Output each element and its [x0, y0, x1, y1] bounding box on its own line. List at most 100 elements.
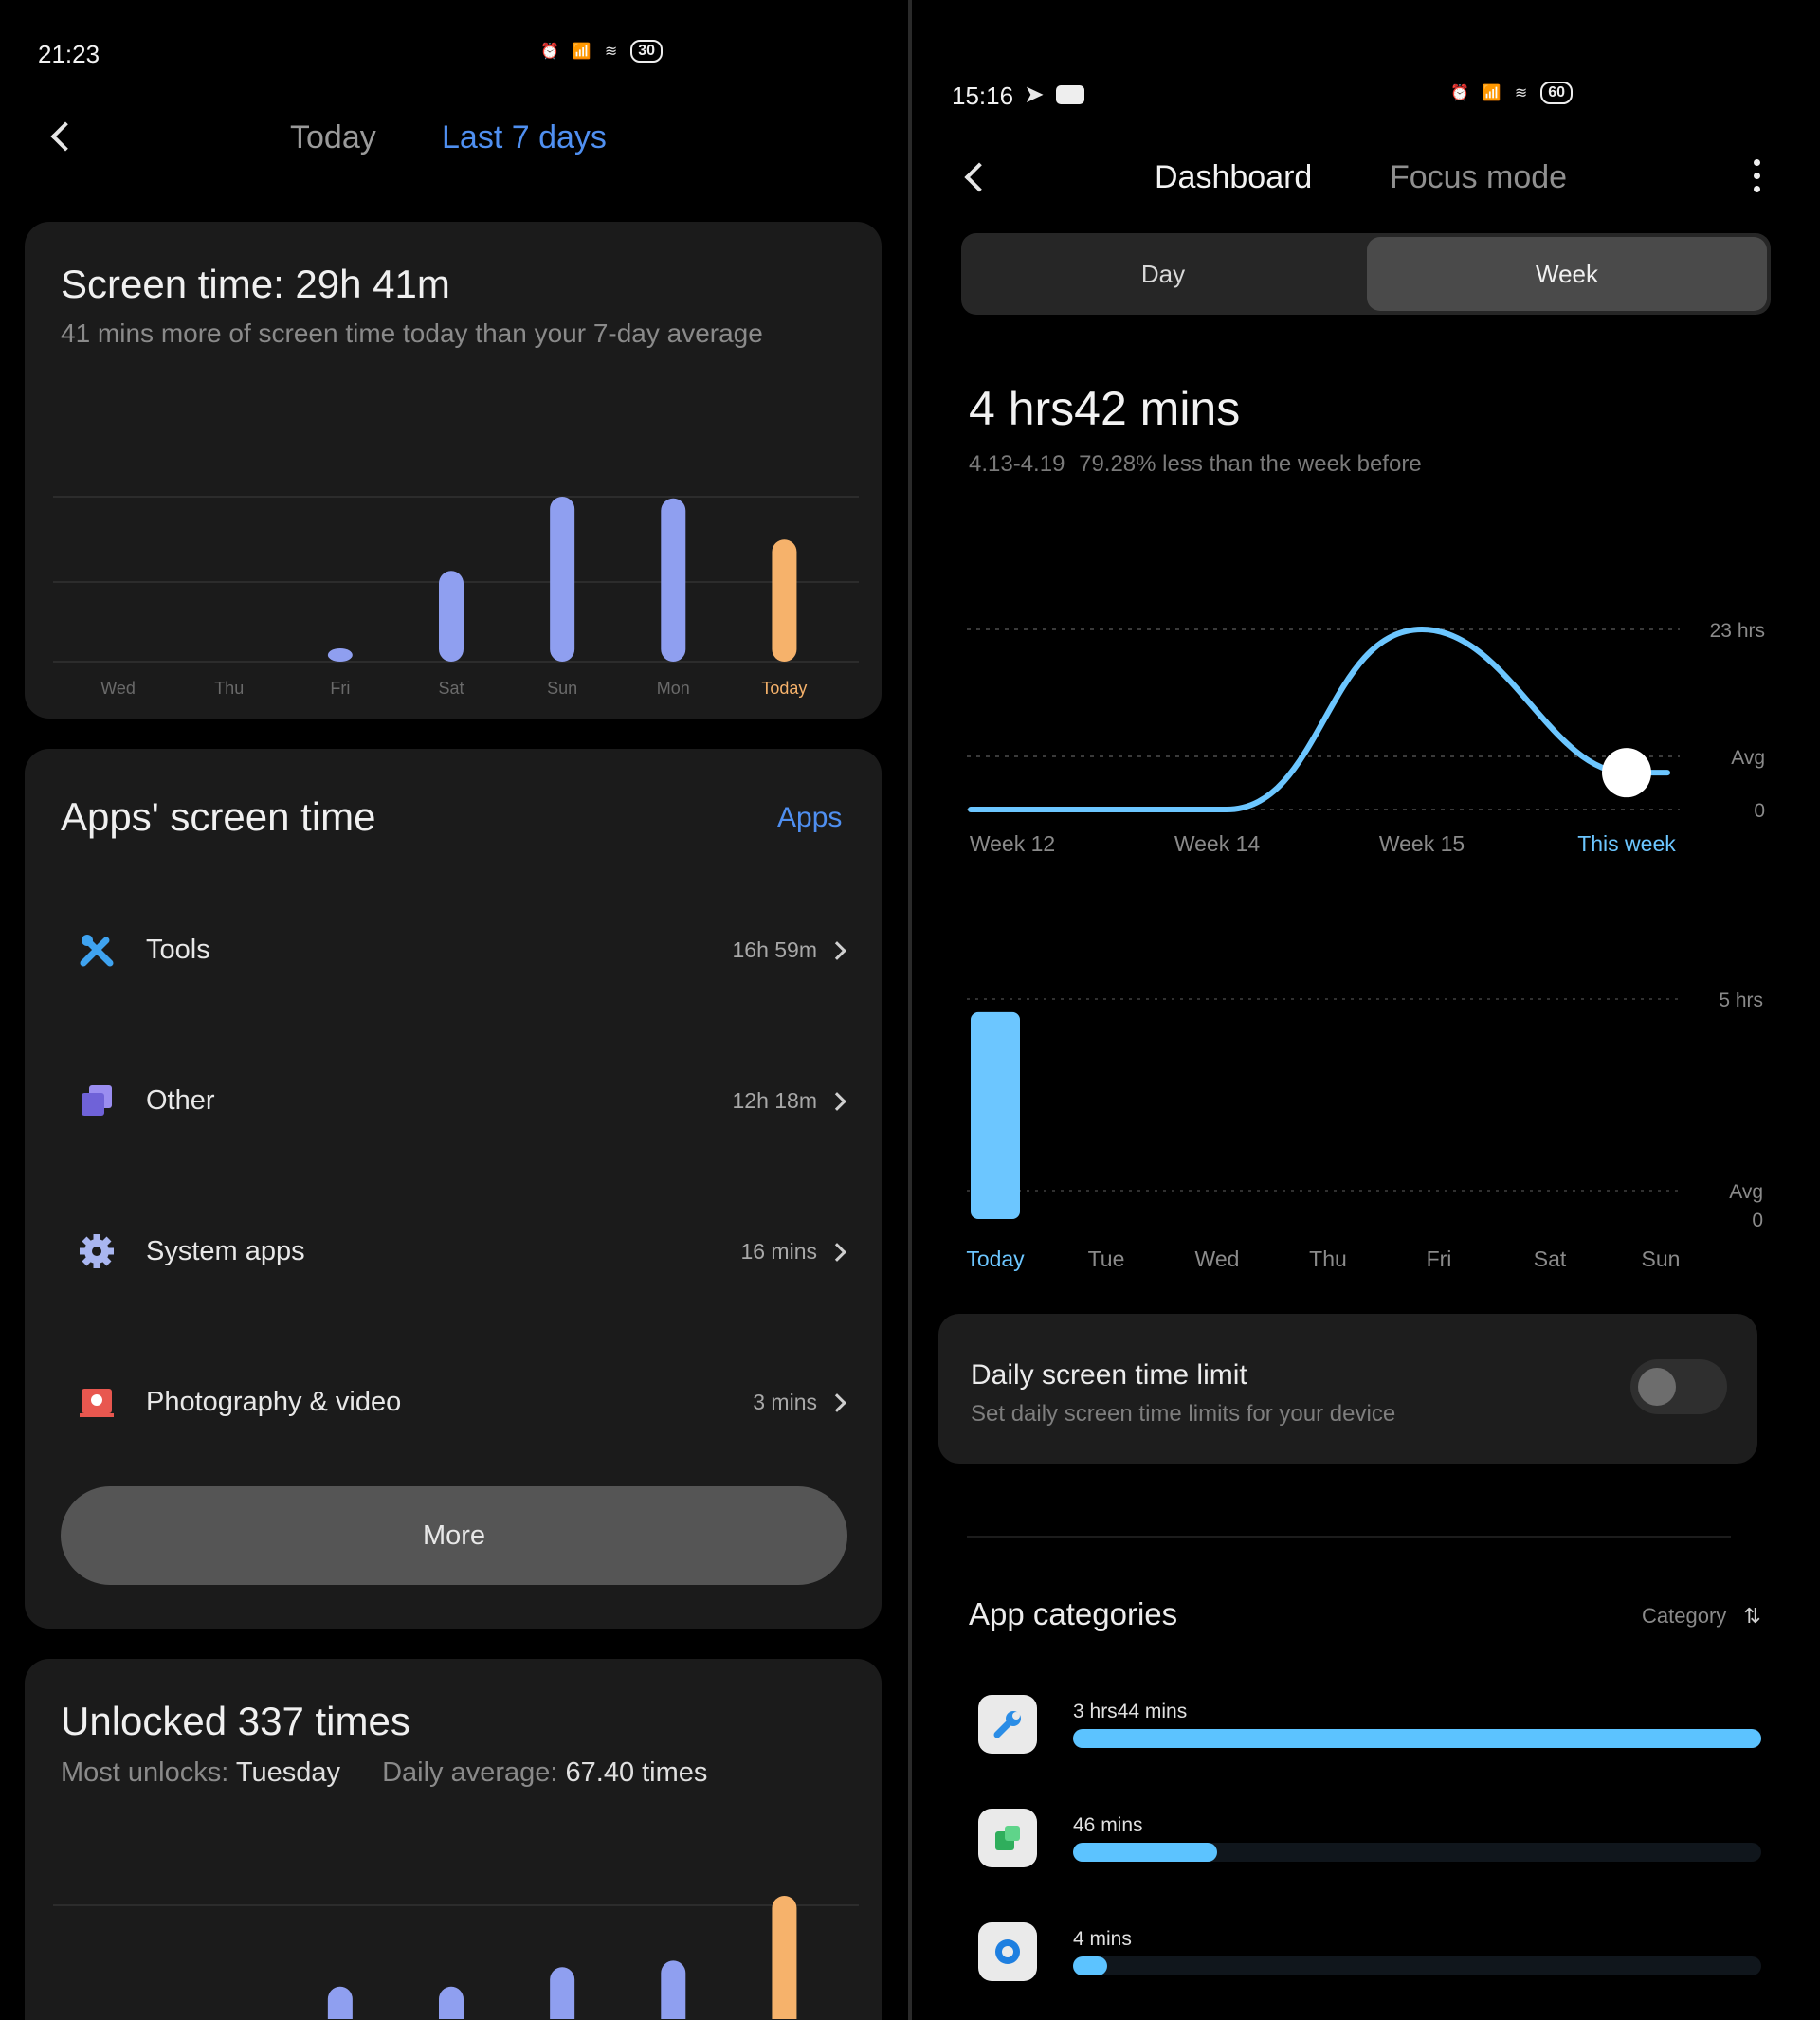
- most-unlocks-value: Tuesday: [235, 1757, 340, 1788]
- x-tick-label: Week 15: [1379, 831, 1465, 856]
- category-sort-button[interactable]: Category ⇅: [1642, 1604, 1761, 1629]
- chart-bar: [550, 497, 575, 662]
- daily-average-label: Daily average:: [382, 1757, 558, 1788]
- unlock-stats: Most unlocks: Tuesday Daily average: 67.…: [61, 1757, 707, 1789]
- category-bar-fill: [1073, 1956, 1108, 1975]
- chart-bar: [439, 571, 464, 662]
- category-sort-label: Category: [1642, 1604, 1727, 1628]
- category-time: 3 hrs44 mins: [1073, 1701, 1188, 1722]
- category-row[interactable]: 4 mins: [912, 1915, 1820, 2019]
- battery-icon: 60: [1540, 82, 1574, 104]
- signal-icon: 📶: [572, 44, 592, 60]
- x-tick-label: Week 12: [970, 831, 1055, 856]
- list-item-label: Other: [146, 1084, 215, 1116]
- daily-limit-toggle[interactable]: [1630, 1359, 1727, 1414]
- tab-dashboard[interactable]: Dashboard: [1155, 159, 1312, 196]
- chart-bar: [550, 1967, 575, 2019]
- chevron-right-icon: [828, 1392, 846, 1412]
- category-row[interactable]: 3 hrs44 mins: [912, 1687, 1820, 1801]
- tab-focus-mode[interactable]: Focus mode: [1390, 159, 1567, 196]
- y-tick-label: 5 hrs: [1719, 990, 1763, 1011]
- right-screen: 15:16 ➤ ⏰ 📶 ≋ 60 Dashboard Focus mode Da…: [912, 0, 1820, 2020]
- x-tick-label: Fri: [1427, 1247, 1452, 1271]
- list-item-value: 16 mins: [740, 1239, 846, 1265]
- list-item-system-apps[interactable]: System apps 16 mins: [25, 1213, 882, 1289]
- category-bar-track: [1073, 1729, 1761, 1748]
- compare-text: 79.28% less than the week before: [1079, 451, 1422, 477]
- category-bar-track: [1073, 1956, 1761, 1975]
- signal-icon: 📶: [1482, 85, 1502, 101]
- unlocked-title: Unlocked 337 times: [61, 1699, 410, 1743]
- status-time: 15:16: [952, 82, 1014, 110]
- segment-day[interactable]: Day: [961, 233, 1365, 315]
- left-screen: 21:23 ⏰ 📶 ≋ 30 Today Last 7 days Screen …: [0, 0, 908, 2020]
- telegram-icon: ➤: [1024, 80, 1045, 108]
- wifi-icon: ≋: [1514, 85, 1528, 101]
- x-tick-label: Thu: [1309, 1247, 1347, 1271]
- more-options-icon[interactable]: [1754, 159, 1761, 192]
- daily-average-value: 67.40 times: [565, 1757, 708, 1788]
- chart-bar: [772, 1896, 797, 2019]
- chart-bar: [661, 498, 686, 662]
- list-item-label: System apps: [146, 1235, 305, 1266]
- x-tick-label: Today: [761, 679, 807, 698]
- unlocked-card: Unlocked 337 times Most unlocks: Tuesday…: [25, 1659, 882, 2020]
- apps-screen-time-card: Apps' screen time Apps Tools 16h 59m Oth…: [25, 749, 882, 1629]
- list-item-tools[interactable]: Tools 16h 59m: [25, 912, 882, 988]
- gear-icon: [80, 1234, 114, 1268]
- sort-icon: ⇅: [1743, 1604, 1761, 1628]
- list-item-label: Tools: [146, 934, 210, 965]
- apps-link[interactable]: Apps: [777, 802, 842, 834]
- chevron-right-icon: [828, 1242, 846, 1262]
- x-tick-label: Thu: [214, 679, 244, 698]
- alarm-icon: ⏰: [540, 44, 559, 60]
- y-tick-label: 23 hrs: [1710, 620, 1765, 642]
- list-item-other[interactable]: Other 12h 18m: [25, 1063, 882, 1138]
- weekly-total: 4 hrs42 mins: [969, 382, 1241, 435]
- chart-bar: [327, 1986, 353, 2019]
- category-time: 4 mins: [1073, 1928, 1132, 1950]
- y-tick-label: Avg: [1729, 1181, 1763, 1203]
- list-item-photography[interactable]: Photography & video 3 mins: [25, 1364, 882, 1440]
- youtube-icon: [1056, 85, 1084, 104]
- app-categories-title: App categories: [969, 1596, 1178, 1631]
- weekly-comparison: 4.13-4.19 79.28% less than the week befo…: [969, 451, 1422, 478]
- x-tick-label: Sat: [1534, 1247, 1567, 1271]
- weekly-trend-chart: 23 hrs Avg 0 Week 12 Week 14 Week 15 This week: [967, 620, 1765, 856]
- daily-limit-card[interactable]: Daily screen time limit Set daily screen…: [938, 1314, 1757, 1464]
- x-tick-label: Today: [966, 1247, 1025, 1271]
- battery-icon: 30: [630, 40, 664, 63]
- apps-section-title: Apps' screen time: [61, 794, 376, 839]
- other-icon: [82, 1085, 112, 1116]
- date-range: 4.13-4.19: [969, 451, 1065, 477]
- section-divider: [967, 1536, 1731, 1538]
- back-button[interactable]: [964, 162, 994, 192]
- category-row[interactable]: 46 mins: [912, 1801, 1820, 1915]
- alarm-icon: ⏰: [1450, 85, 1469, 101]
- daily-limit-title: Daily screen time limit: [971, 1359, 1247, 1391]
- x-tick-label: Tue: [1088, 1247, 1125, 1271]
- x-tick-label: Sun: [1642, 1247, 1681, 1271]
- more-button[interactable]: More: [61, 1486, 847, 1585]
- back-button[interactable]: [50, 121, 81, 152]
- wrench-icon: [978, 1695, 1037, 1754]
- daily-limit-subtitle: Set daily screen time limits for your de…: [971, 1401, 1396, 1427]
- chart-bar: [327, 648, 353, 662]
- list-item-value: 16h 59m: [732, 937, 846, 963]
- chevron-right-icon: [828, 1091, 846, 1111]
- x-tick-label: Week 14: [1174, 831, 1261, 856]
- list-item-label: Photography & video: [146, 1386, 402, 1417]
- x-tick-label: Sun: [547, 679, 577, 698]
- tab-last-7-days[interactable]: Last 7 days: [442, 119, 607, 156]
- tab-today[interactable]: Today: [290, 119, 376, 156]
- y-tick-label: 0: [1754, 800, 1765, 822]
- y-tick-label: 0: [1752, 1210, 1763, 1231]
- segment-week[interactable]: Week: [1367, 237, 1767, 311]
- x-tick-label: Sat: [438, 679, 464, 698]
- chart-bar: [439, 1986, 464, 2019]
- x-tick-label: Wed: [100, 679, 136, 698]
- chart-bar: [661, 1960, 686, 2019]
- screen-time-card: Screen time: 29h 41m 41 mins more of scr…: [25, 222, 882, 719]
- list-item-value: 3 mins: [753, 1390, 846, 1415]
- list-item-value: 12h 18m: [732, 1088, 846, 1114]
